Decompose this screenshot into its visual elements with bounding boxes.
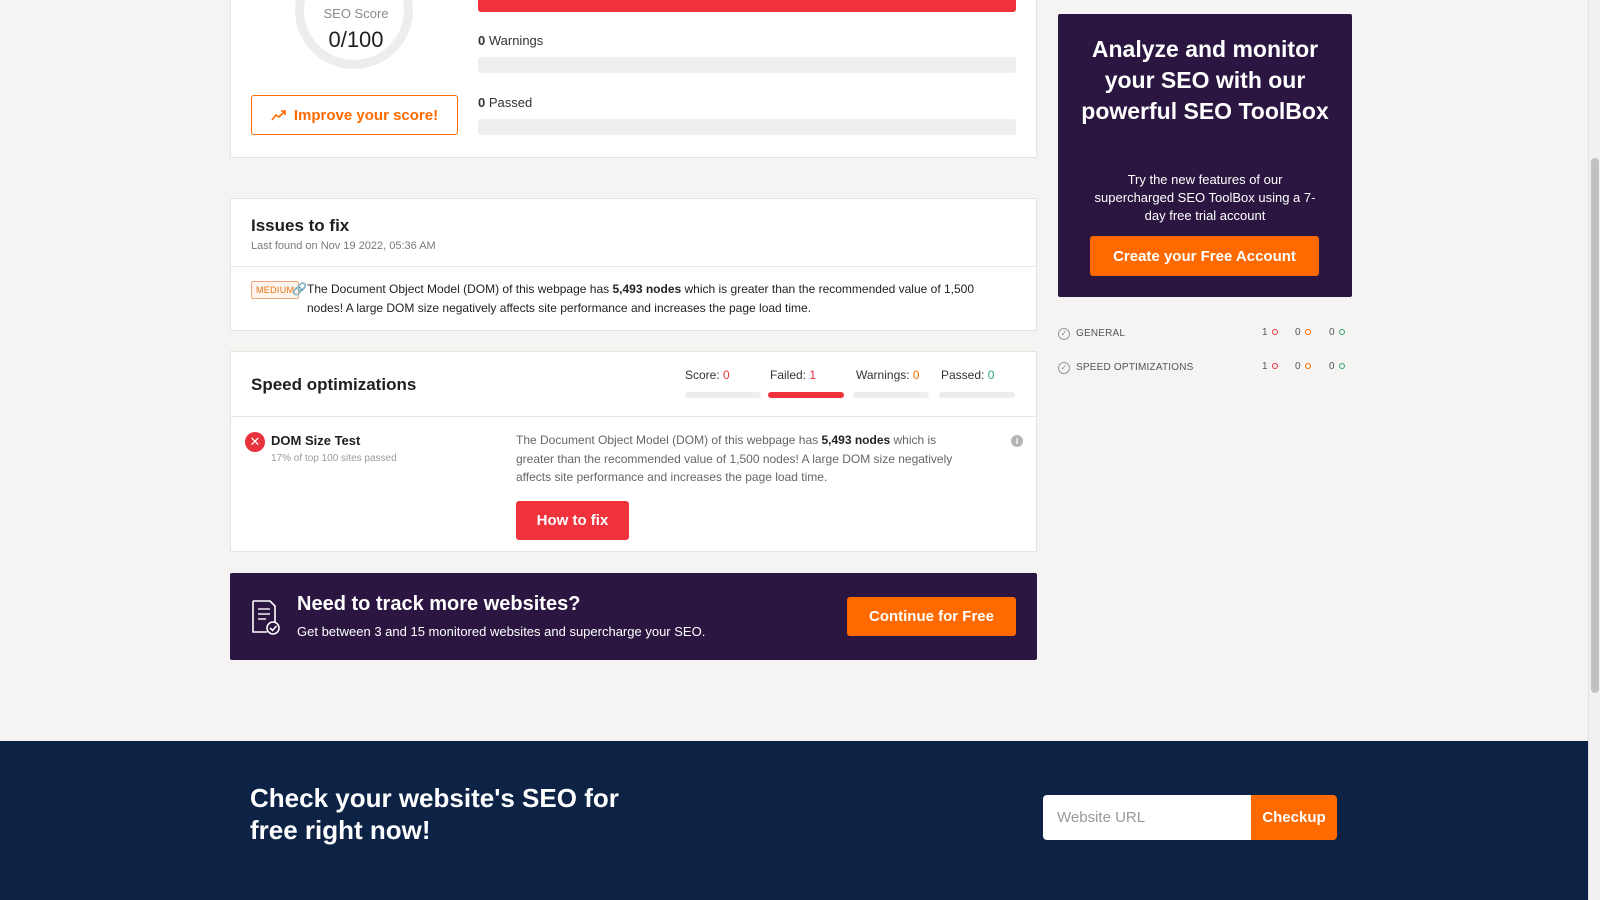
- issues-card: Issues to fix Last found on Nov 19 2022,…: [230, 198, 1037, 331]
- promo-subtitle: Try the new features of our supercharged…: [1094, 172, 1316, 223]
- check-circle-icon: ✓: [1058, 362, 1070, 374]
- summary-row-speed[interactable]: ✓ SPEED OPTIMIZATIONS 1 0 0: [1058, 359, 1352, 379]
- tab-score-bar: [685, 392, 761, 398]
- summary-failed-count: 1: [1262, 361, 1268, 372]
- track-subtitle: Get between 3 and 15 monitored websites …: [297, 624, 706, 639]
- summary-label: GENERAL: [1076, 328, 1126, 339]
- test-name: DOM Size Test: [271, 433, 361, 448]
- issues-title: Issues to fix: [251, 216, 350, 235]
- promo-title: Analyze and monitor your SEO with our po…: [1081, 36, 1329, 124]
- checkup-button[interactable]: Checkup: [1251, 795, 1337, 840]
- summary-warnings: 0: [1295, 327, 1311, 338]
- page-scrollbar[interactable]: [1588, 0, 1600, 900]
- summary-failed: 1: [1262, 327, 1278, 338]
- issues-last-found: Last found on Nov 19 2022, 05:36 AM: [251, 240, 436, 252]
- tab-warnings-label: Warnings:: [856, 368, 910, 382]
- issue-text-before: The Document Object Model (DOM) of this …: [307, 282, 613, 296]
- passed-bar: [478, 119, 1016, 135]
- issue-text-bold: 5,493 nodes: [612, 282, 682, 296]
- summary-warnings: 0: [1295, 361, 1311, 372]
- tab-passed-label: Passed:: [941, 368, 985, 382]
- issue-item: 🔗 The Document Object Model (DOM) of thi…: [292, 280, 1007, 318]
- continue-for-free-button[interactable]: Continue for Free: [847, 597, 1016, 636]
- speed-optimizations-card: Speed optimizations Score: 0 Failed: 1 W…: [230, 351, 1037, 552]
- score-gauge-label: SEO Score: [323, 6, 389, 21]
- score-gauge-value: 0/100: [328, 27, 384, 52]
- passed-label: Passed: [488, 95, 533, 110]
- footer-checkup: Check your website's SEO for free right …: [0, 741, 1588, 900]
- track-title: Need to track more websites?: [297, 593, 581, 615]
- speed-title: Speed optimizations: [251, 375, 417, 394]
- failed-bar: [478, 0, 1016, 12]
- scrollbar-thumb[interactable]: [1591, 158, 1599, 693]
- orange-dot-icon: [1304, 363, 1311, 370]
- passed-stat: 0 Passed: [478, 95, 532, 110]
- summary-passed: 0: [1329, 327, 1345, 338]
- summary-failed: 1: [1262, 361, 1278, 372]
- tab-failed-label: Failed:: [770, 368, 807, 382]
- tab-warnings-value: 0: [912, 368, 920, 382]
- info-icon[interactable]: i: [1011, 435, 1023, 447]
- document-check-icon: [252, 600, 280, 635]
- summary-passed: 0: [1329, 361, 1345, 372]
- tab-warnings[interactable]: Warnings: 0: [856, 368, 920, 382]
- fail-x-icon: ✕: [245, 432, 265, 452]
- warnings-count: 0: [478, 33, 486, 48]
- test-pass-rate: 17% of top 100 sites passed: [271, 453, 397, 464]
- tab-passed[interactable]: Passed: 0: [941, 368, 994, 382]
- track-more-banner: Need to track more websites? Get between…: [230, 573, 1037, 660]
- issues-divider: [231, 266, 1036, 267]
- test-desc-before: The Document Object Model (DOM) of this …: [516, 433, 822, 447]
- improve-score-button[interactable]: Improve your score!: [251, 95, 458, 135]
- tab-failed[interactable]: Failed: 1: [770, 368, 816, 382]
- red-dot-icon: [1271, 329, 1278, 336]
- summary-label: SPEED OPTIMIZATIONS: [1076, 362, 1194, 373]
- tab-warnings-bar: [853, 392, 929, 398]
- tab-score-value: 0: [723, 368, 730, 382]
- footer-title: Check your website's SEO for free right …: [250, 783, 619, 845]
- create-free-account-button[interactable]: Create your Free Account: [1090, 236, 1319, 276]
- tab-passed-value: 0: [987, 368, 995, 382]
- warnings-bar: [478, 57, 1016, 73]
- speed-divider: [231, 416, 1036, 417]
- summary-failed-count: 1: [1262, 327, 1268, 338]
- green-dot-icon: [1338, 329, 1345, 336]
- red-dot-icon: [1271, 363, 1278, 370]
- green-dot-icon: [1338, 363, 1345, 370]
- link-icon[interactable]: 🔗: [292, 280, 307, 299]
- test-description: The Document Object Model (DOM) of this …: [516, 431, 966, 487]
- test-desc-bold: 5,493 nodes: [821, 433, 891, 447]
- toolbox-promo: Analyze and monitor your SEO with our po…: [1058, 14, 1352, 297]
- summary-passed-count: 0: [1329, 327, 1335, 338]
- summary-warnings-count: 0: [1295, 327, 1301, 338]
- warnings-stat: 0 Warnings: [478, 33, 543, 48]
- website-url-input[interactable]: [1043, 795, 1251, 840]
- summary-passed-count: 0: [1329, 361, 1335, 372]
- tab-score[interactable]: Score: 0: [685, 368, 730, 382]
- improve-score-label: Improve your score!: [293, 106, 439, 124]
- tab-failed-bar: [768, 392, 844, 398]
- how-to-fix-button[interactable]: How to fix: [516, 501, 629, 540]
- passed-count: 0: [478, 95, 486, 110]
- seo-score-card: SEO Score 0/100 Improve your score! 0 Wa…: [230, 0, 1037, 158]
- tab-failed-value: 1: [809, 368, 817, 382]
- trending-up-icon: [271, 110, 286, 121]
- orange-dot-icon: [1304, 329, 1311, 336]
- warnings-label: Warnings: [488, 33, 544, 48]
- tab-score-label: Score:: [685, 368, 720, 382]
- tab-passed-bar: [939, 392, 1015, 398]
- check-circle-icon: ✓: [1058, 328, 1070, 340]
- summary-row-general[interactable]: ✓ GENERAL 1 0 0: [1058, 325, 1352, 345]
- summary-warnings-count: 0: [1295, 361, 1301, 372]
